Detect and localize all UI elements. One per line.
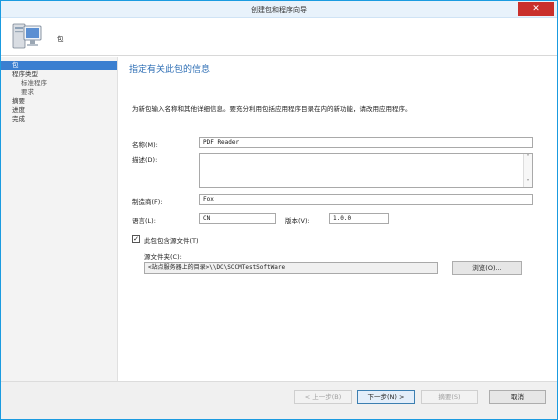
manufacturer-field[interactable]: Fox [199, 194, 533, 205]
nav-item-completion[interactable]: 完成 [1, 115, 117, 124]
language-field[interactable]: CN [199, 213, 276, 224]
name-label: 名称(M): [132, 141, 158, 149]
description-scrollbar[interactable]: ˄ ˅ [523, 154, 532, 187]
browse-button[interactable]: 浏览(O)... [452, 261, 522, 275]
source-folder-label: 源文件夹(C): [144, 253, 182, 261]
wizard-main: 指定有关此包的信息 为新包输入名称和其他详细信息。要充分利用包括应用程序目录在内… [119, 57, 557, 381]
description-label: 描述(D): [132, 156, 158, 164]
wizard-sidebar: 包 程序类型 标准程序 要求 摘要 进度 完成 [1, 57, 118, 381]
cancel-button[interactable]: 取消 [489, 390, 546, 404]
version-label: 版本(V): [285, 217, 310, 225]
source-files-label: 此包包含源文件(T) [144, 237, 199, 245]
wizard-footer: < 上一步(B) 下一步(N) > 摘要(S) 取消 [1, 381, 557, 419]
nav-item-package[interactable]: 包 [1, 61, 117, 70]
section-title: 指定有关此包的信息 [129, 65, 211, 75]
source-files-checkbox[interactable]: ✓ [132, 235, 140, 243]
title-bar: 创建包和程序向导 ✕ [1, 1, 557, 18]
back-button[interactable]: < 上一步(B) [294, 390, 352, 404]
summary-button[interactable]: 摘要(S) [421, 390, 478, 404]
language-label: 语言(L): [132, 217, 156, 225]
description-field[interactable]: ˄ ˅ [199, 153, 533, 188]
name-field[interactable]: PDF Reader [199, 137, 533, 148]
window-title: 创建包和程序向导 [251, 6, 307, 14]
manufacturer-label: 制造商(F): [132, 198, 163, 206]
scroll-up-icon[interactable]: ˄ [524, 154, 532, 162]
nav-item-progress[interactable]: 进度 [1, 106, 117, 115]
scroll-down-icon[interactable]: ˅ [524, 179, 532, 187]
nav-item-program-type[interactable]: 程序类型 [1, 70, 117, 79]
nav-item-summary[interactable]: 摘要 [1, 97, 117, 106]
next-button[interactable]: 下一步(N) > [357, 390, 415, 404]
wizard-window: 创建包和程序向导 ✕ 包 包 程序类型 标准程序 要求 摘要 进度 完成 指定有… [0, 0, 558, 420]
nav-item-standard-program[interactable]: 标准程序 [1, 79, 117, 88]
source-folder-field[interactable]: <站点服务器上的目录>\\DC\SCCMTestSoftWare [144, 262, 438, 274]
computer-icon [12, 23, 42, 49]
instruction-text: 为新包输入名称和其他详细信息。要充分利用包括应用程序目录在内的新功能，请改用应用… [132, 105, 412, 113]
header-title: 包 [57, 35, 64, 43]
wizard-header: 包 [1, 18, 557, 56]
nav-item-requirements[interactable]: 要求 [1, 88, 117, 97]
version-field[interactable]: 1.0.0 [329, 213, 389, 224]
close-button[interactable]: ✕ [518, 2, 554, 16]
